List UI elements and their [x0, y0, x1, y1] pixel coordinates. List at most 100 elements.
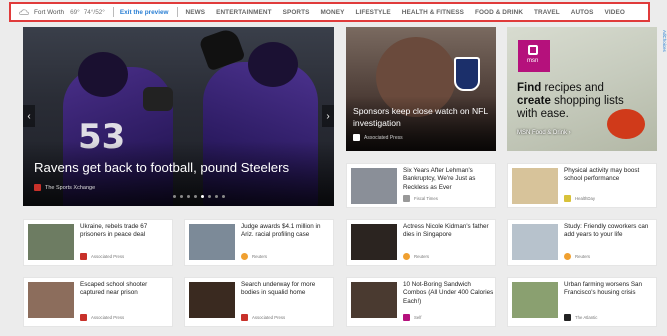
- card-title[interactable]: Escaped school shooter captured near pri…: [80, 281, 172, 298]
- news-card[interactable]: Physical activity may boost school perfo…: [507, 163, 657, 208]
- msn-logo-icon: [528, 45, 538, 55]
- nav-item-video[interactable]: VIDEO: [605, 9, 625, 16]
- weather-widget[interactable]: Fort Worth 69° 74°/52°: [11, 9, 109, 16]
- card-source-label: Reuters: [252, 254, 268, 259]
- card-source-label: Reuters: [414, 254, 430, 259]
- sponsor-source: Associated Press: [353, 134, 403, 141]
- card-title[interactable]: Judge awards $4.1 million in Ariz. racia…: [241, 223, 333, 240]
- ap-logo-icon: [241, 314, 248, 321]
- card-source-label: Associated Press: [252, 315, 286, 320]
- sponsor-source-label: Associated Press: [364, 134, 403, 141]
- ap-logo-icon: [80, 314, 87, 321]
- hero-source: The Sports Xchange: [34, 184, 95, 191]
- card-thumbnail: [28, 282, 74, 318]
- nav-item-entertainment[interactable]: ENTERTAINMENT: [216, 9, 272, 16]
- msn-logo-text: msn: [527, 58, 539, 64]
- adchoices-link[interactable]: AdChoices: [659, 30, 667, 90]
- card-title[interactable]: Six Years After Lehman's Bankruptcy, We'…: [403, 167, 495, 192]
- news-card[interactable]: Urban farming worsens San Francisco's ho…: [507, 277, 657, 327]
- weather-range: 74°/52°: [83, 8, 105, 16]
- card-thumbnail: [512, 282, 558, 318]
- reuters-logo-icon: [241, 253, 248, 260]
- card-thumbnail: [512, 168, 558, 204]
- carousel-dot[interactable]: [173, 195, 176, 198]
- nav-items: NEWS ENTERTAINMENT SPORTS MONEY LIFESTYLE HEA…: [184, 9, 636, 16]
- nav-item-lifestyle[interactable]: LIFESTYLE: [355, 9, 390, 16]
- nav-item-autos[interactable]: AUTOS: [571, 9, 594, 16]
- nfl-shield-icon: [454, 57, 480, 91]
- glove: [143, 87, 173, 111]
- news-card[interactable]: Judge awards $4.1 million in Ariz. racia…: [184, 219, 334, 266]
- carousel-next-button[interactable]: ›: [322, 105, 334, 127]
- card-thumbnail: [351, 224, 397, 260]
- carousel-dot[interactable]: [215, 195, 218, 198]
- cloud-icon: [19, 9, 29, 15]
- nav-item-food-drink[interactable]: FOOD & DRINK: [475, 9, 523, 16]
- card-title[interactable]: Ukraine, rebels trade 67 prisoners in pe…: [80, 223, 172, 240]
- nav-item-sports[interactable]: SPORTS: [283, 9, 310, 16]
- helmet-left: [78, 52, 128, 97]
- card-title[interactable]: Physical activity may boost school perfo…: [564, 167, 656, 184]
- ad-headline-strong: Find: [517, 82, 542, 94]
- card-thumbnail: [189, 282, 235, 318]
- ad-headline-text: recipes and: [541, 82, 604, 94]
- exit-preview-link[interactable]: Exit the preview: [120, 9, 169, 16]
- card-source: Associated Press: [80, 314, 124, 321]
- carousel-dot[interactable]: [208, 195, 211, 198]
- card-title[interactable]: Study: Friendly coworkers can add years …: [564, 223, 656, 240]
- card-title[interactable]: 10 Not-Boring Sandwich Combos (All Under…: [403, 281, 495, 306]
- card-title[interactable]: Urban farming worsens San Francisco's ho…: [564, 281, 656, 298]
- self-logo-icon: [403, 314, 410, 321]
- news-card[interactable]: 10 Not-Boring Sandwich Combos (All Under…: [346, 277, 496, 327]
- reuters-logo-icon: [403, 253, 410, 260]
- helmet-right: [248, 42, 298, 87]
- ad-headline-strong: create: [517, 95, 551, 107]
- chevron-left-icon: ‹: [27, 110, 31, 122]
- sponsor-story[interactable]: Sponsors keep close watch on NFL investi…: [346, 27, 496, 151]
- carousel-dot[interactable]: [187, 195, 190, 198]
- card-source: HealthDay: [564, 195, 595, 202]
- card-source: Reuters: [403, 253, 429, 260]
- news-card[interactable]: Actress Nicole Kidman's father dies in S…: [346, 219, 496, 266]
- hero-title[interactable]: Ravens get back to football, pound Steel…: [34, 160, 289, 175]
- carousel-dot-active[interactable]: [201, 195, 204, 198]
- sponsor-title[interactable]: Sponsors keep close watch on NFL investi…: [353, 105, 493, 129]
- carousel-dot[interactable]: [222, 195, 225, 198]
- card-thumbnail: [28, 224, 74, 260]
- tomato-image: [607, 109, 645, 139]
- nav-item-health-fitness[interactable]: HEALTH & FITNESS: [402, 9, 464, 16]
- source-logo-icon: [34, 184, 41, 191]
- card-source: Reuters: [241, 253, 267, 260]
- weather-city: Fort Worth: [34, 8, 65, 16]
- news-card[interactable]: Search underway for more bodies in squal…: [184, 277, 334, 327]
- news-card[interactable]: Ukraine, rebels trade 67 prisoners in pe…: [23, 219, 173, 266]
- ap-logo-icon: [80, 253, 87, 260]
- msn-logo: msn: [518, 40, 550, 72]
- card-source-label: Reuters: [575, 254, 591, 259]
- news-card[interactable]: Study: Friendly coworkers can add years …: [507, 219, 657, 266]
- card-title[interactable]: Search underway for more bodies in squal…: [241, 281, 333, 298]
- ad-caption[interactable]: MSN Food & Drink ›: [517, 130, 571, 136]
- card-source: Fiscal Times: [403, 195, 438, 202]
- news-card[interactable]: Escaped school shooter captured near pri…: [23, 277, 173, 327]
- card-source-label: Self: [414, 315, 422, 320]
- ap-logo-icon: [353, 134, 360, 141]
- nav-divider: [176, 7, 178, 17]
- nav-item-news[interactable]: NEWS: [186, 9, 206, 16]
- msn-food-ad[interactable]: msn Find recipes and create shopping lis…: [507, 27, 657, 151]
- news-card[interactable]: Six Years After Lehman's Bankruptcy, We'…: [346, 163, 496, 208]
- card-thumbnail: [512, 224, 558, 260]
- reuters-logo-icon: [564, 253, 571, 260]
- card-title[interactable]: Actress Nicole Kidman's father dies in S…: [403, 223, 495, 240]
- hero-story[interactable]: 53 ‹ › Ravens get back to football, poun…: [23, 27, 334, 206]
- weather-current-temp: 69°: [70, 8, 80, 16]
- carousel-dot[interactable]: [194, 195, 197, 198]
- nav-item-money[interactable]: MONEY: [321, 9, 345, 16]
- carousel-dot[interactable]: [180, 195, 183, 198]
- card-source: Reuters: [564, 253, 590, 260]
- carousel-prev-button[interactable]: ‹: [23, 105, 35, 127]
- card-source-label: HealthDay: [575, 196, 596, 201]
- nav-item-travel[interactable]: TRAVEL: [534, 9, 560, 16]
- source-logo-icon: [403, 195, 410, 202]
- card-thumbnail: [189, 224, 235, 260]
